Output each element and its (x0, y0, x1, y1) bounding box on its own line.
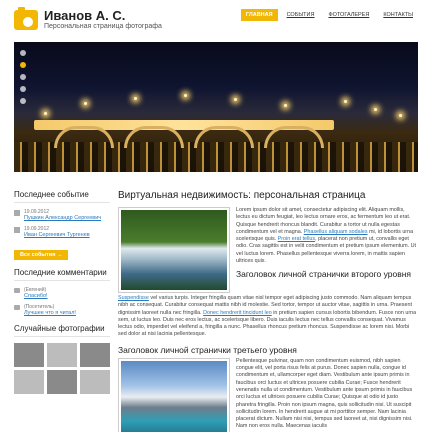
main-content: Виртуальная недвижимость: персональная с… (118, 190, 418, 432)
comment-icon (14, 288, 20, 293)
comments-heading: Последние комментарии (14, 268, 110, 281)
photos-heading: Случайные фотографии (14, 324, 110, 337)
sidebar: Последнее событие 19.09.2012 Пушкин Алек… (14, 190, 110, 394)
slider-dot[interactable] (20, 86, 26, 92)
events-heading: Последнее событие (14, 190, 110, 203)
photo-thumbnail[interactable] (14, 343, 44, 367)
slider-dot[interactable] (20, 50, 26, 56)
content-block-2: Pellentesque pulvinar, quam non condimen… (118, 357, 418, 432)
slider-light (344, 100, 347, 103)
comment-icon (14, 305, 20, 310)
slider-pagination (20, 50, 26, 104)
paragraph-2: Suspendisse vel varius turpis. Integer f… (118, 295, 418, 339)
paragraph-1: Lorem ipsum dolor sit amet, consectetur … (236, 207, 418, 265)
slider-bridge-arch (194, 126, 254, 148)
photo-thumbnail[interactable] (80, 343, 110, 367)
slider-bridge-arch (54, 126, 114, 148)
slider-light (374, 108, 377, 111)
slider-light (184, 94, 187, 97)
waterfall-photo[interactable] (118, 207, 230, 293)
inline-link[interactable]: Phasellus aliquam sodales (304, 229, 368, 235)
site-title[interactable]: Иванов А. С. (44, 8, 125, 23)
inline-link[interactable]: Donec hendrerit tincidunt leo (203, 310, 272, 316)
slider-light (284, 104, 287, 107)
lake-photo[interactable] (118, 357, 230, 432)
slider-dot[interactable] (20, 74, 26, 80)
page-title: Виртуальная недвижимость: персональная с… (118, 190, 366, 201)
site-subtitle: Персональная страница фотографа (44, 23, 162, 30)
slider-bridge-arch (264, 126, 324, 148)
photo-slider[interactable] (14, 42, 418, 172)
heading-level-3: Заголовок личной странички третьего уров… (118, 344, 297, 355)
inline-link[interactable]: Suspendisse (118, 295, 149, 301)
photo-thumbnail[interactable] (14, 370, 44, 394)
nav-gallery[interactable]: ФОТОГАЛЕРЕЯ (323, 9, 374, 21)
inline-link[interactable]: Proin erat tellus (278, 236, 315, 242)
all-events-button[interactable]: Все события → (14, 250, 69, 260)
camera-icon[interactable] (14, 7, 38, 30)
comment-item: (Посетитель) Лучшее что я читал! (14, 304, 110, 316)
event-link[interactable]: Иван Сергеевич Тургенев (24, 232, 90, 238)
slider-light (84, 102, 87, 105)
calendar-icon (14, 227, 20, 233)
slider-light (399, 114, 402, 117)
slider-light (134, 97, 137, 100)
comment-link[interactable]: Спасибо! (24, 293, 48, 299)
paragraph-3: Pellentesque pulvinar, quam non condimen… (236, 357, 413, 430)
nav-home[interactable]: ГЛАВНАЯ (240, 9, 278, 21)
photo-thumbnail[interactable] (47, 343, 77, 367)
slider-dot-active[interactable] (20, 62, 26, 68)
nav-events[interactable]: СОБЫТИЯ (282, 9, 320, 21)
calendar-icon (14, 210, 20, 216)
slider-light (234, 98, 237, 101)
comment-link[interactable]: Лучшее что я читал! (24, 310, 76, 316)
nav-contacts[interactable]: КОНТАКТЫ (378, 9, 418, 21)
event-link[interactable]: Пушкин Александр Сергеевич (24, 215, 101, 221)
slider-bridge-arch (124, 126, 184, 148)
event-item: 19.09.2012 Иван Сергеевич Тургенев (14, 226, 110, 238)
slider-dot[interactable] (20, 98, 26, 104)
heading-level-2: Заголовок личной странички второго уровн… (236, 269, 412, 280)
site-header: Иванов А. С. Персональная страница фотог… (0, 0, 432, 38)
main-nav: ГЛАВНАЯ СОБЫТИЯ ФОТОГАЛЕРЕЯ КОНТАКТЫ (240, 9, 418, 21)
random-photos (14, 343, 110, 394)
event-item: 19.09.2012 Пушкин Александр Сергеевич (14, 209, 110, 221)
photo-thumbnail[interactable] (47, 370, 77, 394)
comment-item: (Евгений) Спасибо! (14, 287, 110, 299)
content-block-1: Lorem ipsum dolor sit amet, consectetur … (118, 207, 418, 293)
slider-light (44, 112, 47, 115)
photo-thumbnail[interactable] (80, 370, 110, 394)
